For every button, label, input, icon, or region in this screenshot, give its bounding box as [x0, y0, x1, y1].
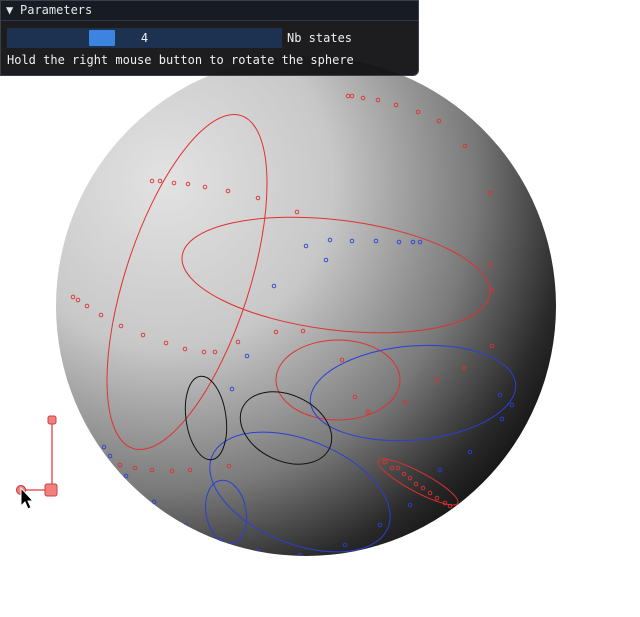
mouse-pointer-icon [20, 486, 35, 510]
triangle-down-icon[interactable]: ▼ [6, 1, 20, 20]
slider-label: Nb states [287, 31, 353, 45]
slider-value: 4 [140, 31, 149, 45]
hint-text: Hold the right mouse button to rotate th… [7, 53, 354, 67]
rotation-gizmo-icon[interactable] [16, 415, 58, 497]
sphere[interactable] [56, 56, 556, 556]
nb-states-slider[interactable]: 4 [7, 28, 282, 48]
gizmo-handle-center[interactable] [44, 483, 58, 497]
gizmo-handle-top[interactable] [47, 415, 57, 425]
window-title: Parameters [20, 3, 93, 17]
nb-states-row: 4 Nb states [7, 28, 407, 48]
sphere-viewport[interactable] [0, 0, 640, 617]
parameters-window[interactable]: ▼ Parameters 4 Nb states Hold the right m… [0, 0, 419, 76]
window-title-bar[interactable]: ▼ Parameters [1, 1, 418, 21]
